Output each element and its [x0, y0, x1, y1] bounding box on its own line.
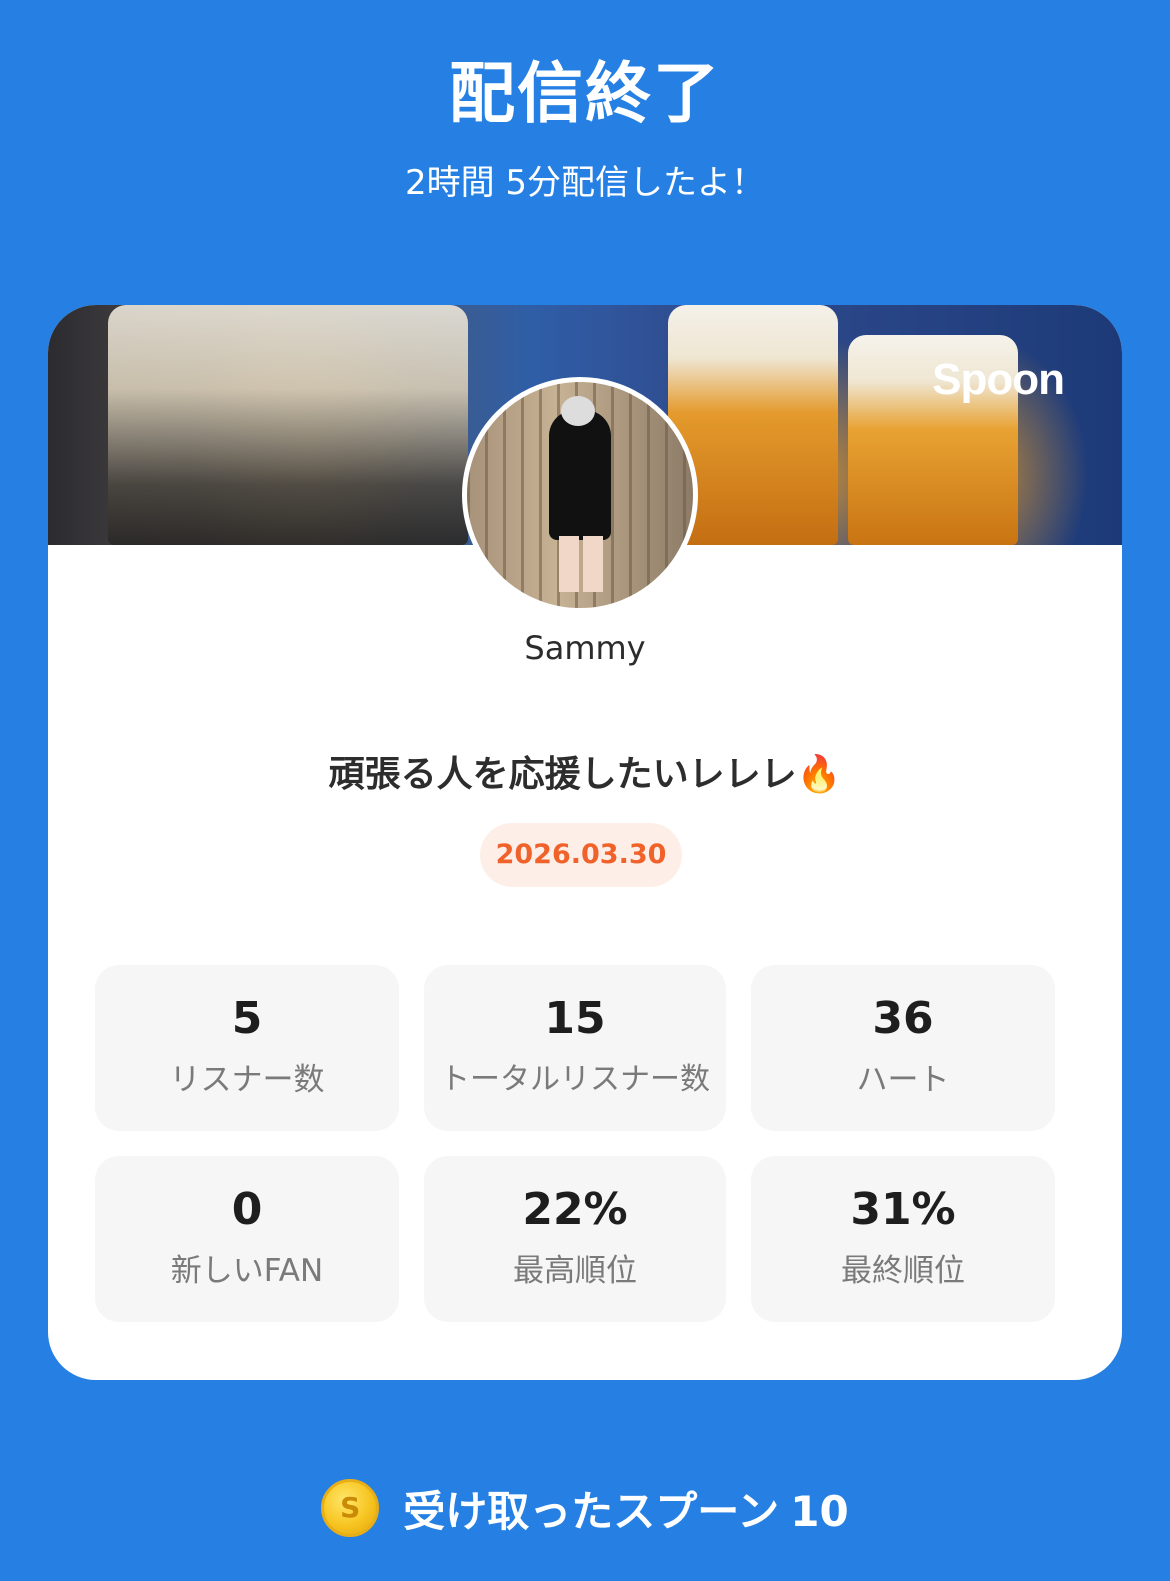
- spoon-logo: Spoon: [932, 355, 1065, 404]
- stat-new-fans: 0 新しいFAN: [95, 1156, 399, 1322]
- stat-value: 31%: [850, 1184, 956, 1235]
- stat-value: 0: [231, 1184, 263, 1235]
- avatar-head: [561, 396, 595, 426]
- broadcast-duration: 2時間 5分配信したよ！: [404, 163, 766, 203]
- avatar-figure: [549, 410, 611, 540]
- stat-hearts: 36 ハート: [751, 965, 1055, 1131]
- stat-listeners: 5 リスナー数: [95, 965, 399, 1131]
- avatar: [462, 377, 698, 613]
- stat-label: リスナー数: [169, 1062, 325, 1098]
- broadcast-ended-screen: 配信終了 2時間 5分配信したよ！ Spoon Sammy 頑張る人を応援したい…: [0, 0, 1170, 1581]
- stat-value: 36: [872, 993, 934, 1044]
- stat-label: トータルリスナー数: [440, 1062, 710, 1097]
- summary-card: Spoon Sammy 頑張る人を応援したいレレレ🔥 2026.03.30 5 …: [48, 305, 1122, 1380]
- stats-grid: 5 リスナー数 15 トータルリスナー数 36 ハート 0 新しいFAN 22%…: [95, 965, 1055, 1322]
- page-title: 配信終了: [449, 55, 721, 132]
- stat-value: 15: [544, 993, 606, 1044]
- avatar-legs: [559, 536, 603, 592]
- stat-label: 最高順位: [513, 1253, 637, 1289]
- stat-label: ハート: [856, 1062, 950, 1098]
- stat-label: 最終順位: [841, 1253, 965, 1289]
- spoons-received: S 受け取ったスプーン 10: [0, 1478, 1170, 1538]
- spoons-count: 10: [790, 1486, 849, 1536]
- stat-total-listeners: 15 トータルリスナー数: [424, 965, 726, 1131]
- stat-value: 5: [231, 993, 263, 1044]
- spoons-label: 受け取ったスプーン: [403, 1486, 780, 1536]
- stat-highest-rank: 22% 最高順位: [424, 1156, 726, 1322]
- username: Sammy: [524, 629, 646, 667]
- stat-value: 22%: [522, 1184, 628, 1235]
- stat-final-rank: 31% 最終順位: [751, 1156, 1055, 1322]
- broadcast-title: 頑張る人を応援したいレレレ🔥: [328, 754, 842, 795]
- cover-glass-left: [108, 305, 468, 545]
- stat-label: 新しいFAN: [170, 1253, 324, 1289]
- date-badge: 2026.03.30: [480, 823, 682, 887]
- coin-icon: S: [321, 1479, 380, 1537]
